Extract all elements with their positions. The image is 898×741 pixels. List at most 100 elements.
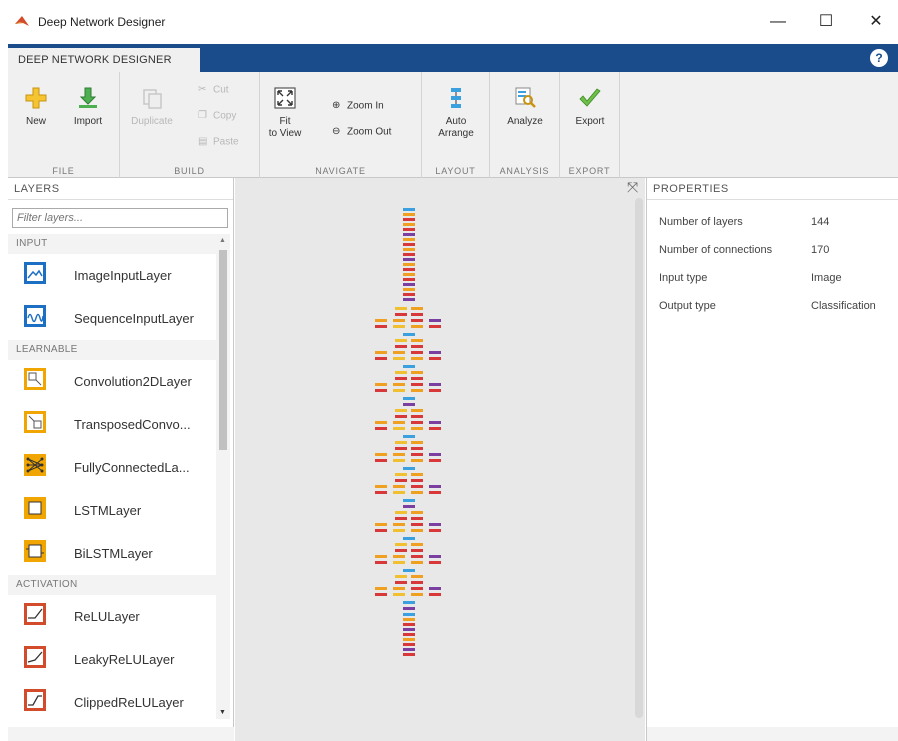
layer-node[interactable] (411, 325, 423, 328)
layer-node[interactable] (429, 383, 441, 386)
layer-node[interactable] (429, 325, 441, 328)
layer-node[interactable] (375, 383, 387, 386)
layer-node[interactable] (411, 351, 423, 354)
layer-node[interactable] (375, 561, 387, 564)
layer-node[interactable] (375, 459, 387, 462)
layer-item-bilstmlayer[interactable]: BiLSTMLayer (8, 532, 216, 575)
layer-node[interactable] (429, 453, 441, 456)
layer-item-clippedrelulayer[interactable]: ClippedReLULayer (8, 681, 216, 719)
layer-node[interactable] (395, 415, 407, 418)
layer-node[interactable] (395, 441, 407, 444)
fit-to-view-button[interactable]: Fit to View (264, 86, 306, 140)
layer-node[interactable] (395, 543, 407, 546)
layer-node[interactable] (393, 389, 405, 392)
minimize-button[interactable]: — (758, 10, 798, 34)
canvas-vertical-scrollbar[interactable] (635, 198, 643, 718)
layer-node[interactable] (393, 593, 405, 596)
zoom-out-button[interactable]: ⊖ Zoom Out (332, 126, 391, 138)
zoom-in-button[interactable]: ⊕ Zoom In (332, 100, 384, 112)
layer-node[interactable] (403, 569, 415, 572)
layer-node[interactable] (403, 607, 415, 610)
layer-node[interactable] (395, 345, 407, 348)
layer-node[interactable] (429, 319, 441, 322)
layer-node[interactable] (393, 351, 405, 354)
layer-node[interactable] (403, 643, 415, 646)
layer-node[interactable] (411, 511, 423, 514)
layer-node[interactable] (395, 339, 407, 342)
layer-node[interactable] (403, 268, 415, 271)
layer-node[interactable] (403, 228, 415, 231)
close-button[interactable]: ✕ (856, 10, 896, 34)
layer-node[interactable] (403, 623, 415, 626)
layer-node[interactable] (429, 491, 441, 494)
layer-node[interactable] (411, 377, 423, 380)
layer-item-relulayer[interactable]: ReLULayer (8, 595, 216, 638)
layer-node[interactable] (411, 453, 423, 456)
layer-node[interactable] (403, 288, 415, 291)
layer-node[interactable] (395, 575, 407, 578)
layer-node[interactable] (395, 313, 407, 316)
tab-deep-network-designer[interactable]: DEEP NETWORK DESIGNER (8, 48, 200, 72)
layer-node[interactable] (375, 523, 387, 526)
layer-item-convolution2dlayer[interactable]: Convolution2DLayer (8, 360, 216, 403)
layer-node[interactable] (403, 213, 415, 216)
layer-node[interactable] (403, 397, 415, 400)
layer-node[interactable] (429, 523, 441, 526)
layer-node[interactable] (411, 415, 423, 418)
layer-node[interactable] (411, 339, 423, 342)
auto-arrange-button[interactable]: Auto Arrange (432, 86, 480, 140)
copy-button[interactable]: ❐ Copy (198, 110, 236, 122)
layer-node[interactable] (411, 371, 423, 374)
layer-item-leakyrelulayer[interactable]: LeakyReLULayer (8, 638, 216, 681)
layer-item-fullyconnectedlayer[interactable]: FullyConnectedLa... (8, 446, 216, 489)
duplicate-button[interactable]: Duplicate (124, 86, 180, 128)
layer-node[interactable] (411, 561, 423, 564)
layer-node[interactable] (403, 273, 415, 276)
layer-node[interactable] (403, 499, 415, 502)
layer-node[interactable] (403, 253, 415, 256)
layer-node[interactable] (411, 459, 423, 462)
layer-node[interactable] (395, 377, 407, 380)
layer-node[interactable] (375, 427, 387, 430)
layer-node[interactable] (395, 447, 407, 450)
layer-node[interactable] (393, 319, 405, 322)
scroll-down-icon[interactable]: ▼ (219, 709, 226, 716)
layer-node[interactable] (403, 435, 415, 438)
layer-node[interactable] (411, 587, 423, 590)
layer-node[interactable] (393, 453, 405, 456)
layer-node[interactable] (393, 529, 405, 532)
layer-node[interactable] (393, 491, 405, 494)
layer-node[interactable] (411, 313, 423, 316)
layer-node[interactable] (411, 447, 423, 450)
layer-node[interactable] (375, 453, 387, 456)
layer-node[interactable] (429, 459, 441, 462)
layer-node[interactable] (411, 479, 423, 482)
import-button[interactable]: Import (66, 86, 110, 128)
layer-node[interactable] (403, 648, 415, 651)
maximize-button[interactable]: ☐ (806, 10, 846, 34)
layer-node[interactable] (395, 549, 407, 552)
layer-item-lstmlayer[interactable]: LSTMLayer (8, 489, 216, 532)
layer-node[interactable] (375, 357, 387, 360)
layer-node[interactable] (411, 357, 423, 360)
help-button[interactable]: ? (870, 49, 888, 67)
layer-node[interactable] (393, 587, 405, 590)
layer-node[interactable] (403, 278, 415, 281)
layer-node[interactable] (395, 409, 407, 412)
layer-node[interactable] (429, 357, 441, 360)
layer-node[interactable] (411, 485, 423, 488)
new-button[interactable]: New (16, 86, 56, 128)
layer-node[interactable] (429, 555, 441, 558)
layer-node[interactable] (429, 485, 441, 488)
layer-node[interactable] (393, 523, 405, 526)
layer-node[interactable] (403, 633, 415, 636)
layer-node[interactable] (375, 593, 387, 596)
layer-node[interactable] (411, 473, 423, 476)
network-canvas[interactable]: ⤧ (235, 178, 645, 741)
layer-node[interactable] (395, 473, 407, 476)
layers-vertical-scrollbar[interactable]: ▲ ▼ (216, 234, 230, 719)
layer-node[interactable] (393, 421, 405, 424)
layer-node[interactable] (411, 549, 423, 552)
layer-node[interactable] (375, 325, 387, 328)
filter-layers-input[interactable] (12, 208, 228, 228)
